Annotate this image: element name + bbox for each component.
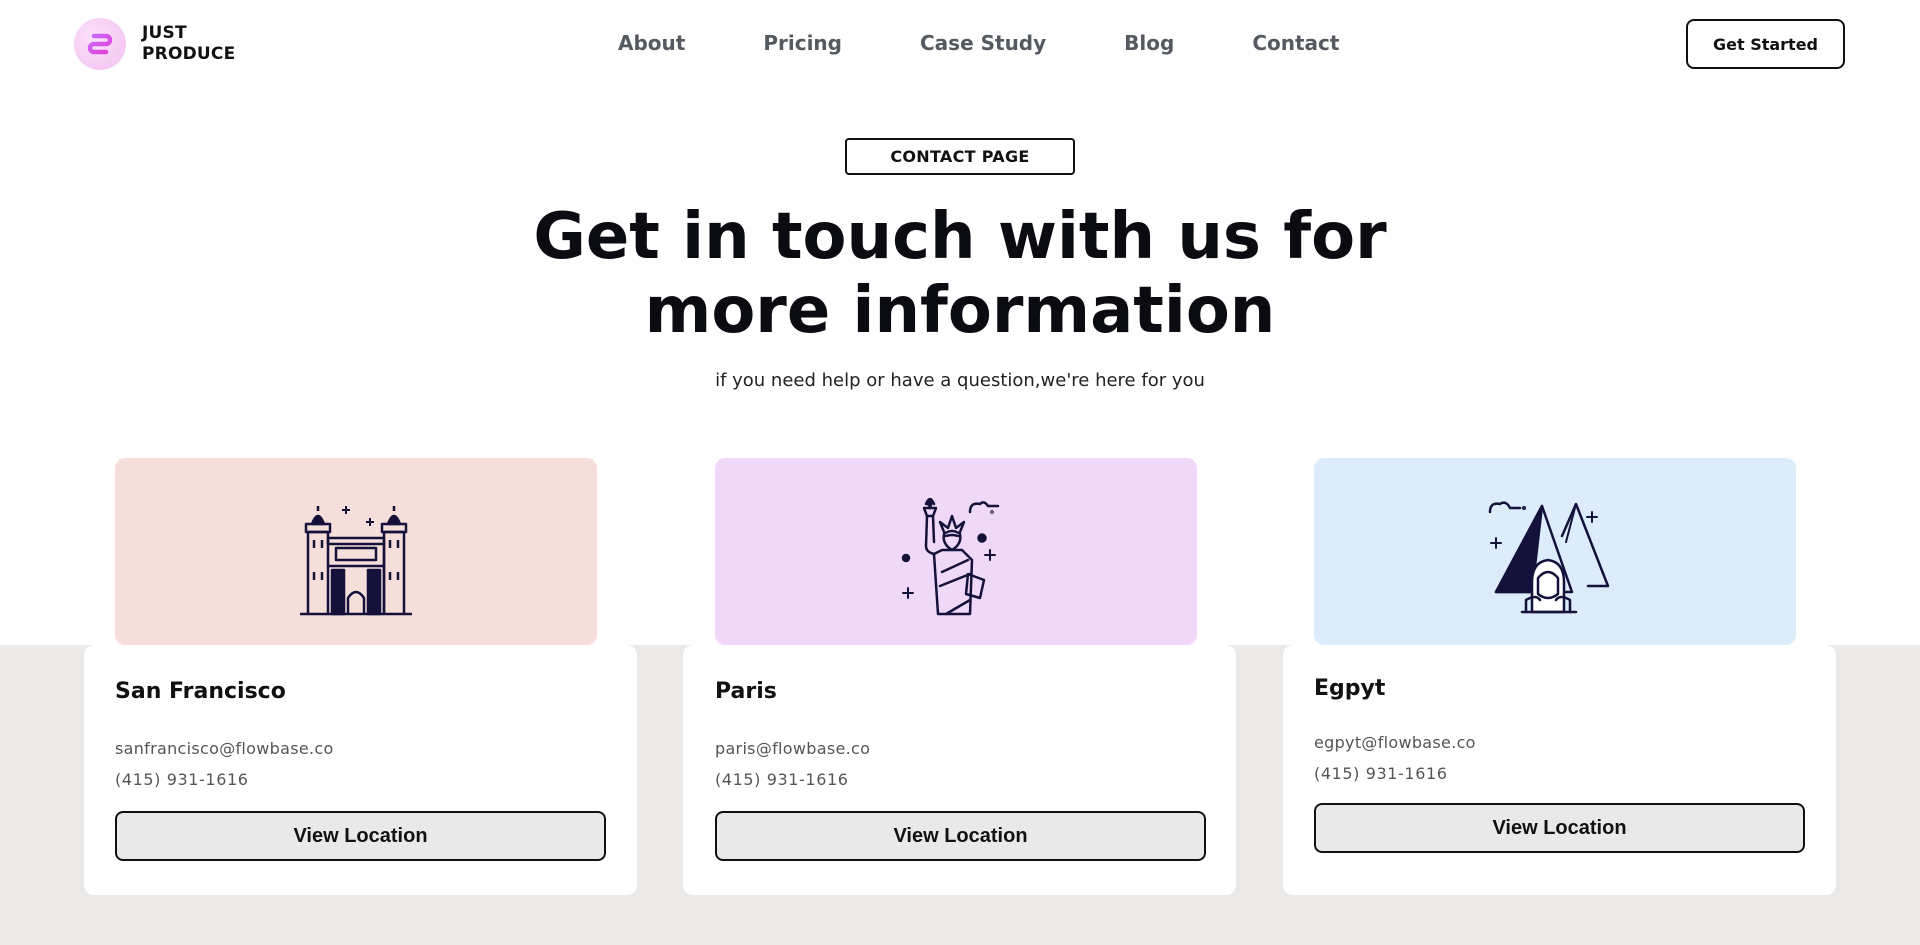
- logo-text: JUST PRODUCE: [142, 23, 235, 65]
- view-location-button-paris[interactable]: View Location: [715, 811, 1206, 861]
- page-title-line-2: more information: [644, 274, 1276, 348]
- site-header: JUST PRODUCE About Pricing Case Study Bl…: [0, 0, 1920, 88]
- castle-gate-icon: [300, 505, 412, 615]
- nav-blog[interactable]: Blog: [1124, 31, 1174, 55]
- logo-mark-icon: [74, 18, 126, 70]
- view-location-button-san-francisco[interactable]: View Location: [115, 811, 606, 861]
- nav-pricing[interactable]: Pricing: [763, 31, 842, 55]
- page-subtitle: if you need help or have a question,we'r…: [715, 370, 1205, 391]
- nav-contact[interactable]: Contact: [1252, 31, 1339, 55]
- page-title: Get in touch with us for more informatio…: [0, 200, 1920, 348]
- nav-case-study[interactable]: Case Study: [920, 31, 1046, 55]
- statue-of-liberty-icon: [901, 497, 1000, 615]
- location-title: San Francisco: [115, 679, 286, 704]
- location-title: Paris: [715, 679, 777, 704]
- view-location-button-egypt[interactable]: View Location: [1314, 803, 1805, 853]
- location-card-paris: Paris paris@flowbase.co (415) 931-1616 V…: [683, 645, 1236, 895]
- logo[interactable]: JUST PRODUCE: [74, 18, 235, 70]
- main-nav: About Pricing Case Study Blog Contact: [618, 31, 1339, 55]
- location-image-san-francisco: [115, 458, 597, 645]
- location-card-egypt: Egpyt egpyt@flowbase.co (415) 931-1616 V…: [1283, 645, 1836, 895]
- location-title: Egpyt: [1314, 676, 1386, 701]
- location-email[interactable]: sanfrancisco@flowbase.co: [115, 739, 334, 758]
- logo-line-2: PRODUCE: [142, 44, 236, 64]
- pyramids-sphinx-icon: [1488, 500, 1610, 613]
- location-image-paris: [715, 458, 1197, 645]
- page-title-line-1: Get in touch with us for: [533, 200, 1387, 274]
- location-card-san-francisco: San Francisco sanfrancisco@flowbase.co (…: [84, 645, 637, 895]
- location-email[interactable]: egpyt@flowbase.co: [1314, 733, 1476, 752]
- location-phone[interactable]: (415) 931-1616: [115, 770, 249, 789]
- location-email[interactable]: paris@flowbase.co: [715, 739, 870, 758]
- nav-about[interactable]: About: [618, 31, 685, 55]
- get-started-button[interactable]: Get Started: [1686, 19, 1845, 69]
- location-phone[interactable]: (415) 931-1616: [1314, 764, 1448, 783]
- location-image-egypt: [1314, 458, 1796, 645]
- contact-page-badge: CONTACT PAGE: [845, 138, 1075, 175]
- logo-line-1: JUST: [142, 23, 187, 43]
- location-phone[interactable]: (415) 931-1616: [715, 770, 849, 789]
